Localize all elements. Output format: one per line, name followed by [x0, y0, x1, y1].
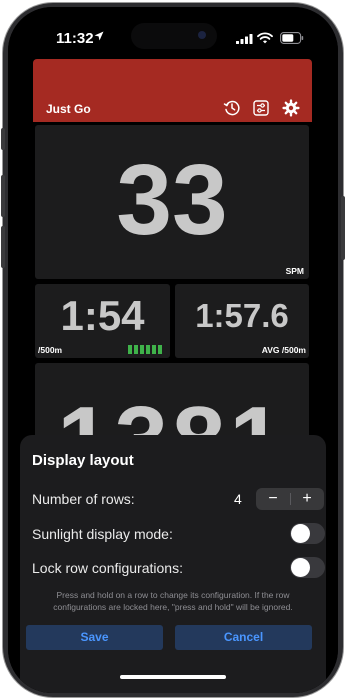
screen: 11:32 Just Go 33 SPM 1:54 /500m 1:57.6 A…: [8, 7, 338, 693]
volume-down-button: [1, 226, 5, 268]
sunlight-mode-toggle[interactable]: [290, 523, 325, 544]
force-bar: [128, 345, 132, 354]
toggle-knob: [291, 558, 310, 577]
split-value: 1:54: [60, 292, 145, 339]
front-camera: [198, 31, 206, 39]
settings-list-icon[interactable]: [252, 99, 270, 117]
display-layout-sheet: Display layout Number of rows: 4 − + Sun…: [20, 435, 326, 693]
stroke-rate-tile[interactable]: 33 SPM: [35, 125, 309, 279]
avg-split-tile[interactable]: 1:57.6 AVG /500m: [175, 284, 309, 358]
lock-rows-toggle[interactable]: [290, 557, 325, 578]
force-bar: [140, 345, 144, 354]
force-bar-meter: [128, 345, 168, 354]
history-icon[interactable]: [223, 99, 241, 117]
split-unit: /500m: [38, 345, 63, 355]
lock-rows-label: Lock row configurations:: [32, 560, 183, 576]
wifi-icon: [257, 32, 273, 44]
rows-label: Number of rows:: [32, 491, 135, 507]
rows-stepper: − +: [256, 488, 324, 510]
cellular-signal-icon: [236, 34, 253, 44]
rows-value: 4: [234, 491, 242, 507]
force-bar: [158, 345, 162, 354]
force-bar: [152, 345, 156, 354]
cancel-button[interactable]: Cancel: [175, 625, 312, 650]
save-button[interactable]: Save: [26, 625, 163, 650]
volume-up-button: [1, 175, 5, 217]
status-bar: 11:32: [8, 7, 338, 49]
force-bar: [134, 345, 138, 354]
phone-bezel: 11:32 Just Go 33 SPM 1:54 /500m 1:57.6 A…: [8, 7, 338, 693]
increment-rows-button[interactable]: +: [290, 488, 324, 510]
mute-switch: [1, 128, 5, 150]
distance-tile[interactable]: 1381: [35, 363, 309, 443]
home-indicator: [120, 675, 226, 679]
workout-title: Just Go: [46, 102, 91, 116]
power-button: [341, 196, 345, 260]
status-time: 11:32: [56, 30, 94, 47]
help-text: Press and hold on a row to change its co…: [53, 590, 293, 612]
avg-split-value: 1:57.6: [195, 297, 289, 334]
gear-icon[interactable]: [282, 99, 300, 117]
stroke-rate-unit: SPM: [285, 266, 304, 276]
sheet-title: Display layout: [32, 452, 134, 469]
split-tile[interactable]: 1:54 /500m: [35, 284, 170, 358]
sunlight-mode-label: Sunlight display mode:: [32, 526, 173, 542]
app-header: Just Go: [33, 59, 312, 122]
decrement-rows-button[interactable]: −: [256, 488, 290, 510]
force-bar: [146, 345, 150, 354]
stroke-rate-value: 33: [116, 144, 228, 256]
location-arrow-icon: [94, 31, 104, 41]
battery-icon: [280, 32, 304, 44]
toggle-knob: [291, 524, 310, 543]
avg-split-unit: AVG /500m: [261, 345, 306, 355]
